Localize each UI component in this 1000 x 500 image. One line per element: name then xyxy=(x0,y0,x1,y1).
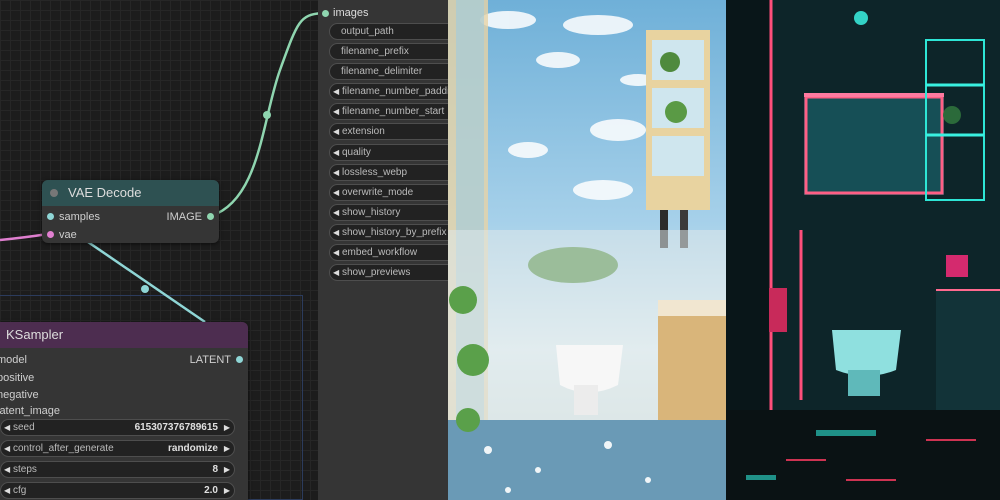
steps-value: 8 xyxy=(212,464,218,475)
ksampler-node[interactable]: KSampler model positive negative latent_… xyxy=(0,322,248,500)
overwrite-mode-label: overwrite_mode xyxy=(342,187,414,198)
decrement-arrow-icon[interactable]: ◀ xyxy=(333,104,339,119)
show-history-widget[interactable]: ◀ show_history xyxy=(329,204,448,221)
increment-arrow-icon[interactable]: ▶ xyxy=(224,420,230,435)
show-history-label: show_history xyxy=(342,207,401,218)
filename-delimiter-label: filename_delimiter xyxy=(341,66,423,77)
embed-workflow-widget[interactable]: ◀ embed_workflow xyxy=(329,244,448,261)
neon-bathroom-illustration xyxy=(726,0,1000,500)
latent-output-dot-icon[interactable] xyxy=(236,356,243,363)
images-input-dot-icon[interactable] xyxy=(322,10,329,17)
show-history-by-prefix-label: show_history_by_prefix xyxy=(342,227,447,238)
decrement-arrow-icon[interactable]: ◀ xyxy=(333,84,339,99)
overwrite-mode-widget[interactable]: ◀ overwrite_mode xyxy=(329,184,448,201)
decrement-arrow-icon[interactable]: ◀ xyxy=(333,225,339,240)
output-path-label: output_path xyxy=(341,26,394,37)
filename-prefix-label: filename_prefix xyxy=(341,46,409,57)
extension-widget[interactable]: ◀ extension xyxy=(329,123,448,140)
images-input-label: images xyxy=(333,7,369,19)
extension-label: extension xyxy=(342,126,385,137)
output-path-field[interactable]: output_path xyxy=(329,23,448,40)
increment-arrow-icon[interactable]: ▶ xyxy=(224,483,230,498)
decrement-arrow-icon[interactable]: ◀ xyxy=(333,124,339,139)
decrement-arrow-icon[interactable]: ◀ xyxy=(4,462,10,477)
increment-arrow-icon[interactable]: ▶ xyxy=(224,441,230,456)
show-previews-widget[interactable]: ◀ show_previews xyxy=(329,264,448,281)
positive-input-label: positive xyxy=(0,372,35,384)
vae-decode-title-text: VAE Decode xyxy=(68,185,142,200)
decrement-arrow-icon[interactable]: ◀ xyxy=(333,165,339,180)
increment-arrow-icon[interactable]: ▶ xyxy=(224,462,230,477)
collapse-dot-icon[interactable] xyxy=(50,189,58,197)
latent-wire-midpoint xyxy=(141,285,149,293)
node-graph-canvas[interactable]: VAE Decode samples vae IMAGE KSampler mo… xyxy=(0,0,448,500)
steps-widget[interactable]: ◀ steps 8 ▶ xyxy=(0,461,235,478)
image-wire-midpoint xyxy=(263,111,271,119)
seed-label: seed xyxy=(13,422,35,433)
filename-number-padding-widget[interactable]: ◀filename_number_padding xyxy=(329,83,448,100)
pastel-bathroom-illustration xyxy=(448,0,726,500)
show-history-by-prefix-widget[interactable]: ◀ show_history_by_prefix xyxy=(329,224,448,241)
negative-input-label: negative xyxy=(0,389,39,401)
model-input-label: model xyxy=(0,354,27,366)
latent-output-label: LATENT xyxy=(189,354,231,366)
image-output-dot-icon[interactable] xyxy=(207,213,214,220)
seed-value: 615307376789615 xyxy=(134,422,218,433)
control-after-generate-label: control_after_generate xyxy=(13,443,114,454)
show-previews-label: show_previews xyxy=(342,267,411,278)
control-after-generate-widget[interactable]: ◀ control_after_generate randomize ▶ xyxy=(0,440,235,457)
vae-decode-node[interactable]: VAE Decode samples vae IMAGE xyxy=(42,180,219,243)
ksampler-title[interactable]: KSampler xyxy=(0,322,248,348)
filename-number-start-label: filename_number_start xyxy=(342,106,445,117)
filename-number-start-widget[interactable]: ◀ filename_number_start xyxy=(329,103,448,120)
decrement-arrow-icon[interactable]: ◀ xyxy=(4,420,10,435)
preview-image-pastel-bathroom[interactable] xyxy=(448,0,726,500)
latent-image-input-label: latent_image xyxy=(0,405,60,417)
cfg-label: cfg xyxy=(13,485,27,496)
cfg-widget[interactable]: ◀ cfg 2.0 ▶ xyxy=(0,482,235,499)
image-save-node[interactable]: images output_path filename_prefix filen… xyxy=(318,0,448,500)
samples-input-dot-icon[interactable] xyxy=(47,213,54,220)
samples-input-label: samples xyxy=(59,211,100,223)
image-output-label: IMAGE xyxy=(166,211,202,223)
lossless-webp-label: lossless_webp xyxy=(342,167,408,178)
preview-image-neon-bathroom[interactable] xyxy=(726,0,1000,500)
vae-input-dot-icon[interactable] xyxy=(47,231,54,238)
decrement-arrow-icon[interactable]: ◀ xyxy=(333,185,339,200)
steps-label: steps xyxy=(13,464,37,475)
seed-widget[interactable]: ◀ seed 615307376789615 ▶ xyxy=(0,419,235,436)
vae-wire xyxy=(0,232,49,242)
lossless-webp-widget[interactable]: ◀ lossless_webp xyxy=(329,164,448,181)
filename-delimiter-field[interactable]: filename_delimiter xyxy=(329,63,448,80)
embed-workflow-label: embed_workflow xyxy=(342,247,418,258)
filename-number-padding-label: filename_number_padding xyxy=(342,86,448,97)
decrement-arrow-icon[interactable]: ◀ xyxy=(333,265,339,280)
quality-label: quality xyxy=(342,147,371,158)
decrement-arrow-icon[interactable]: ◀ xyxy=(333,245,339,260)
filename-prefix-field[interactable]: filename_prefix xyxy=(329,43,448,60)
decrement-arrow-icon[interactable]: ◀ xyxy=(4,441,10,456)
decrement-arrow-icon[interactable]: ◀ xyxy=(333,205,339,220)
vae-input-label: vae xyxy=(59,229,77,241)
decrement-arrow-icon[interactable]: ◀ xyxy=(333,145,339,160)
control-after-generate-value: randomize xyxy=(167,443,218,454)
vae-decode-title[interactable]: VAE Decode xyxy=(42,180,219,206)
quality-widget[interactable]: ◀ quality xyxy=(329,144,448,161)
decrement-arrow-icon[interactable]: ◀ xyxy=(4,483,10,498)
cfg-value: 2.0 xyxy=(204,485,218,496)
